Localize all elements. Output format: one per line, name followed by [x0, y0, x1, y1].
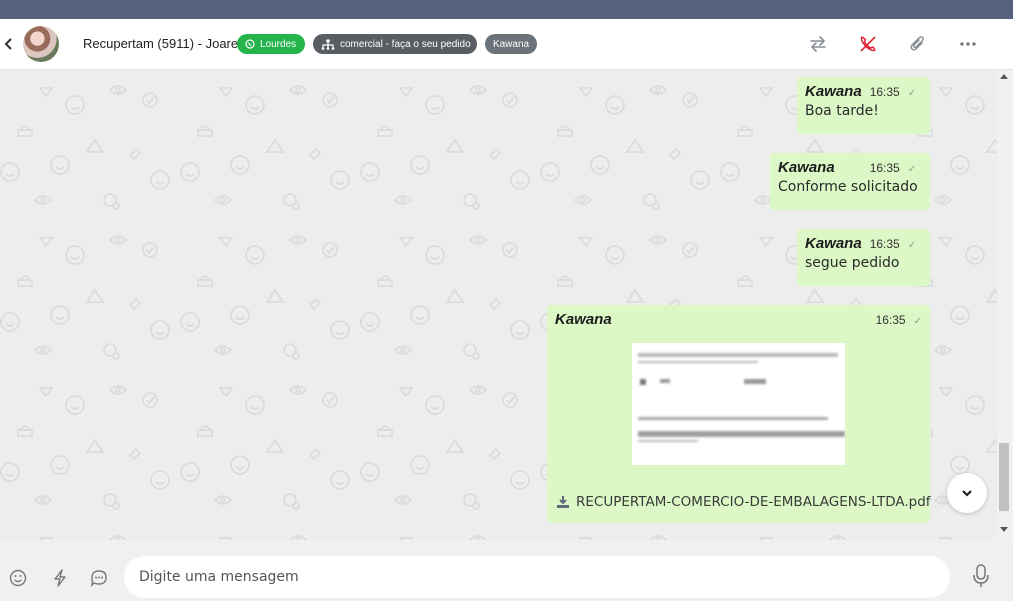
scroll-thumb[interactable] [999, 443, 1009, 511]
window-top-strip [0, 0, 1013, 19]
tag-agent[interactable]: Lourdes [237, 34, 305, 54]
message-sender: Kawana [778, 159, 835, 176]
end-call-icon [860, 36, 876, 52]
attach-button[interactable] [907, 33, 929, 55]
message-sender: Kawana [555, 311, 612, 328]
quick-reply-icon [91, 570, 107, 587]
whatsapp-icon [245, 39, 255, 49]
attach-icon [910, 36, 924, 51]
message-time: 16:35 [869, 237, 900, 251]
emoji-icon [9, 569, 27, 587]
file-name: RECUPERTAM-COMERCIO-DE-EMBALAGENS-LTDA.p… [576, 494, 931, 510]
chat-scrollbar[interactable] [997, 70, 1013, 540]
message-bubble[interactable]: Kawana 16:35 ✓ Conforme solicitado [770, 153, 930, 210]
tag-department[interactable]: comercial - faça o seu pedido [313, 34, 477, 54]
quick-actions-button[interactable] [50, 568, 70, 588]
more-icon [960, 42, 976, 46]
file-message-bubble[interactable]: Kawana 16:35 ✓ RECUPERTAM-COMERCIO-DE-EM… [547, 305, 931, 523]
quick-reply-button[interactable] [89, 568, 109, 588]
more-options-button[interactable] [957, 33, 979, 55]
back-button[interactable] [2, 35, 14, 53]
message-time: 16:35 [875, 313, 906, 327]
message-text: segue pedido [805, 255, 900, 271]
download-icon [556, 495, 570, 509]
voice-record-button[interactable] [970, 564, 992, 588]
tag-user[interactable]: Kawana [485, 34, 537, 54]
check-icon: ✓ [907, 240, 917, 251]
message-time: 16:35 [869, 161, 900, 175]
check-icon: ✓ [913, 316, 922, 327]
message-sender: Kawana [805, 235, 862, 252]
message-sender: Kawana [805, 83, 862, 100]
tag-agent-label: Lourdes [260, 38, 297, 50]
message-text: Boa tarde! [805, 103, 879, 119]
contact-name[interactable]: Recupertam (5911) - Joarez [83, 36, 245, 51]
chat-area[interactable]: Kawana 16:35 ✓ Boa tarde! Kawana 16:35 ✓… [0, 70, 997, 540]
chevron-left-icon [4, 38, 12, 50]
transfer-button[interactable] [807, 33, 829, 55]
check-icon: ✓ [907, 164, 917, 175]
message-bubble[interactable]: Kawana 16:35 ✓ segue pedido [797, 229, 930, 286]
tag-user-label: Kawana [492, 38, 530, 50]
emoji-button[interactable] [8, 568, 28, 588]
message-input[interactable] [124, 556, 950, 598]
lightning-icon [54, 569, 66, 587]
message-composer [0, 540, 1013, 601]
chat-header: Recupertam (5911) - Joarez Lourdes comer… [0, 19, 1013, 70]
scroll-to-bottom-button[interactable] [947, 473, 987, 513]
microphone-icon [973, 564, 989, 587]
file-download-link[interactable]: RECUPERTAM-COMERCIO-DE-EMBALAGENS-LTDA.p… [556, 494, 931, 510]
transfer-icon [810, 36, 826, 52]
message-time: 16:35 [869, 85, 900, 99]
tag-department-label: comercial - faça o seu pedido [340, 38, 471, 50]
end-call-button[interactable] [857, 33, 879, 55]
document-preview[interactable] [632, 343, 845, 465]
avatar[interactable] [23, 26, 59, 62]
message-bubble[interactable]: Kawana 16:35 ✓ Boa tarde! [797, 77, 930, 134]
scroll-up-arrow[interactable] [1000, 74, 1008, 79]
message-text: Conforme solicitado [778, 179, 918, 195]
check-icon: ✓ [907, 88, 917, 99]
sitemap-icon [321, 38, 335, 50]
scroll-down-arrow[interactable] [1000, 527, 1008, 532]
chevron-down-icon [962, 490, 972, 497]
